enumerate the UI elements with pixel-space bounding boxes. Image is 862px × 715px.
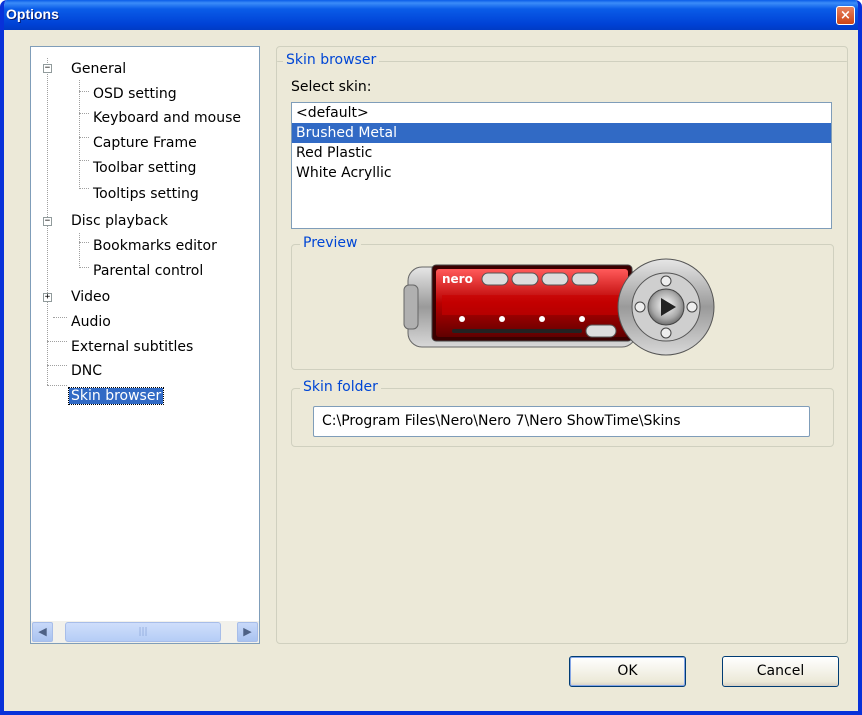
skin-option-red-plastic[interactable]: Red Plastic — [292, 143, 831, 163]
collapse-general-icon[interactable]: − — [43, 64, 52, 73]
tree-item-osd-setting[interactable]: OSD setting — [91, 83, 179, 105]
skin-folder-legend: Skin folder — [300, 379, 381, 395]
skin-browser-legend: Skin browser — [283, 52, 380, 68]
close-button[interactable]: × — [836, 6, 855, 25]
options-tree[interactable]: − General OSD setting Keyboard and mouse… — [30, 46, 260, 644]
preview-group: Preview nero — [291, 235, 834, 370]
skin-option-brushed-metal[interactable]: Brushed Metal — [292, 123, 831, 143]
skin-option-white-acryllic[interactable]: White Acryllic — [292, 163, 831, 183]
skin-listbox[interactable]: <default> Brushed Metal Red Plastic Whit… — [291, 102, 832, 229]
tree-item-tooltips-setting[interactable]: Tooltips setting — [91, 183, 201, 205]
tree-item-bookmarks-editor[interactable]: Bookmarks editor — [91, 235, 219, 257]
scroll-left-icon[interactable]: ◀ — [32, 622, 53, 642]
skin-folder-path-field[interactable]: C:\Program Files\Nero\Nero 7\Nero ShowTi… — [313, 406, 810, 437]
tree-item-disc-playback[interactable]: Disc playback — [69, 210, 170, 232]
options-dialog: Options × − General OSD setting Keyboard… — [0, 0, 862, 715]
tree-item-external-subtitles[interactable]: External subtitles — [69, 336, 195, 358]
expand-video-icon[interactable]: + — [43, 293, 52, 302]
collapse-disc-playback-icon[interactable]: − — [43, 217, 52, 226]
tree-item-dnc[interactable]: DNC — [69, 360, 104, 382]
scroll-thumb[interactable]: ||| — [65, 622, 221, 642]
tree-item-skin-browser[interactable]: Skin browser — [67, 385, 165, 407]
tree-item-general[interactable]: General — [69, 58, 128, 80]
tree-viewport: − General OSD setting Keyboard and mouse… — [31, 47, 259, 621]
skin-option-default[interactable]: <default> — [292, 103, 831, 123]
tree-item-parental-control[interactable]: Parental control — [91, 260, 205, 282]
preview-brand-logo: nero — [442, 272, 473, 286]
title-bar[interactable]: Options × — [4, 0, 858, 30]
tree-item-toolbar-setting[interactable]: Toolbar setting — [91, 157, 198, 179]
skin-preview-image: nero — [403, 258, 715, 356]
ok-button[interactable]: OK — [569, 656, 686, 687]
skin-browser-panel: Skin browser Select skin: <default> Brus… — [276, 46, 848, 644]
window-title: Options — [6, 6, 59, 22]
tree-item-audio[interactable]: Audio — [69, 311, 113, 333]
tree-item-keyboard-and-mouse[interactable]: Keyboard and mouse — [91, 107, 243, 129]
select-skin-label: Select skin: — [291, 79, 372, 95]
cancel-button[interactable]: Cancel — [722, 656, 839, 687]
tree-item-capture-frame[interactable]: Capture Frame — [91, 132, 199, 154]
skin-browser-group: Skin browser — [277, 52, 847, 68]
scroll-right-icon[interactable]: ▶ — [237, 622, 258, 642]
tree-item-video[interactable]: Video — [69, 286, 112, 308]
tree-horizontal-scrollbar[interactable]: ◀ ||| ▶ — [31, 621, 259, 643]
preview-legend: Preview — [300, 235, 361, 251]
